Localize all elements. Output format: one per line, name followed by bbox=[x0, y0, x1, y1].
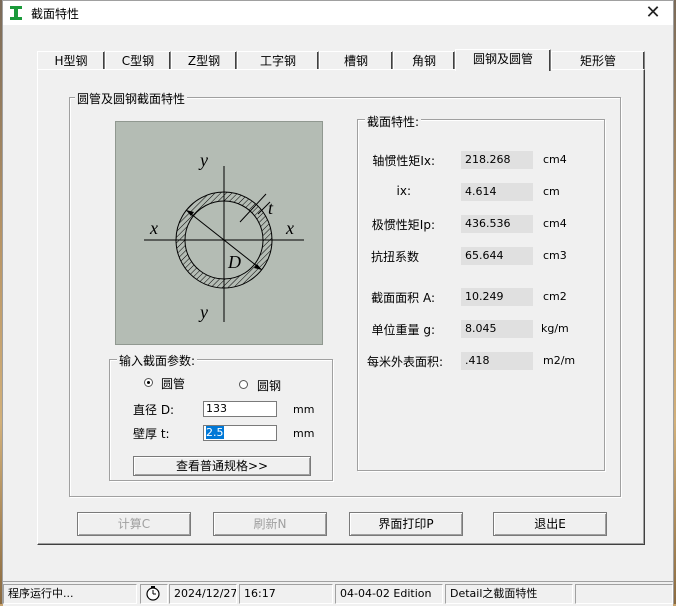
tab-i-beam[interactable]: 工字钢 bbox=[237, 51, 319, 69]
status-module: Detail之截面特性 bbox=[445, 584, 573, 604]
status-bar: 程序运行中... 2024/12/27 16:17 04-04-02 Editi… bbox=[3, 581, 673, 606]
status-clock-cell bbox=[140, 584, 168, 604]
status-edition: 04-04-02 Edition bbox=[335, 584, 443, 604]
close-button[interactable]: ✕ bbox=[639, 1, 667, 25]
tab-h-steel[interactable]: H型钢 bbox=[37, 51, 105, 69]
window-title: 截面特性 bbox=[31, 7, 80, 21]
tab-round-bar-pipe[interactable]: 圆钢及圆管 bbox=[455, 49, 551, 71]
status-empty bbox=[575, 584, 673, 604]
section-properties-window: 截面特性 ✕ H型钢 C型钢 Z型钢 工字钢 槽钢 角钢 圆钢及圆管 矩形管 圆… bbox=[2, 0, 674, 606]
tab-channel[interactable]: 槽钢 bbox=[319, 51, 393, 69]
status-date: 2024/12/27 bbox=[169, 584, 237, 604]
tab-rect-tube[interactable]: 矩形管 bbox=[551, 51, 645, 69]
status-time: 16:17 bbox=[239, 584, 333, 604]
i-beam-app-icon bbox=[10, 6, 22, 20]
title-bar: 截面特性 ✕ bbox=[3, 1, 673, 25]
tab-angle[interactable]: 角钢 bbox=[393, 51, 455, 69]
tab-z-steel[interactable]: Z型钢 bbox=[171, 51, 237, 69]
close-icon: ✕ bbox=[645, 2, 661, 23]
tab-panel bbox=[37, 69, 645, 545]
stopwatch-icon bbox=[146, 586, 160, 601]
status-state: 程序运行中... bbox=[3, 584, 137, 604]
tab-control: H型钢 C型钢 Z型钢 工字钢 槽钢 角钢 圆钢及圆管 矩形管 bbox=[37, 49, 649, 547]
tab-c-steel[interactable]: C型钢 bbox=[105, 51, 171, 69]
